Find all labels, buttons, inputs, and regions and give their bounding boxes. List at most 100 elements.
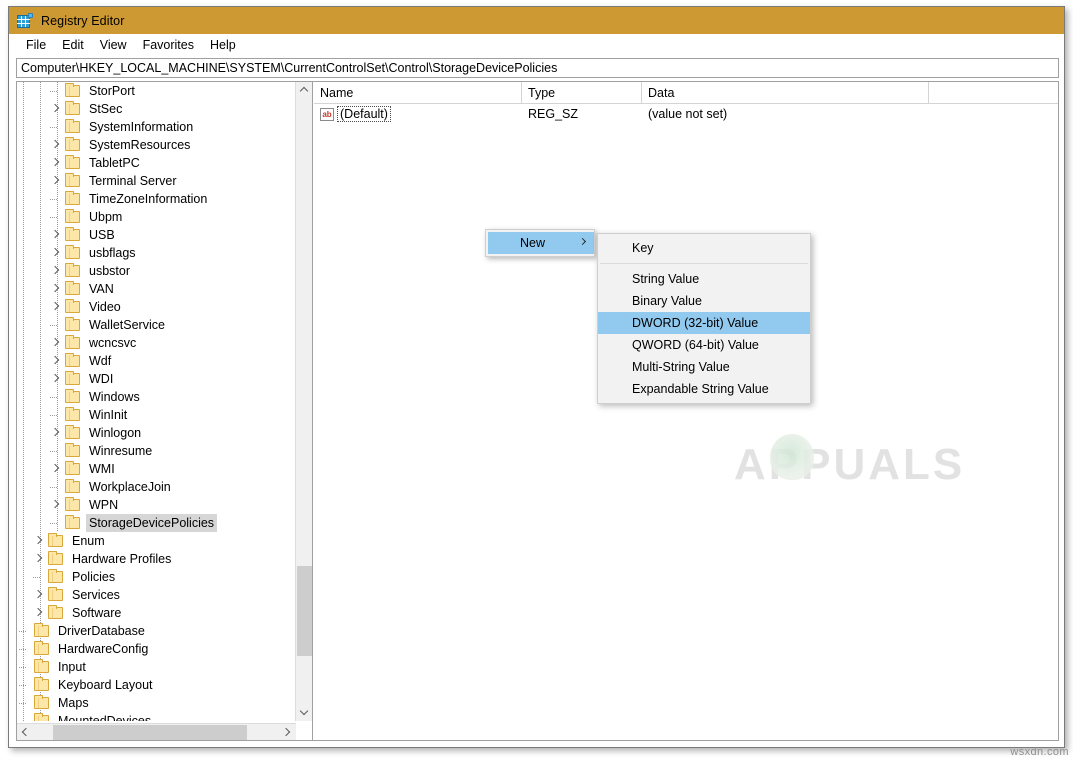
chevron-right-icon[interactable] xyxy=(48,226,64,244)
tree-node-label: WMI xyxy=(89,462,115,476)
chevron-right-icon[interactable] xyxy=(48,496,64,514)
tree-node-label: WorkplaceJoin xyxy=(89,480,171,494)
chevron-right-icon[interactable] xyxy=(48,100,64,118)
context-menu-item-binary-value[interactable]: Binary Value xyxy=(598,290,810,312)
chevron-right-icon[interactable] xyxy=(48,172,64,190)
registry-tree-pane: StorPort StSec SystemInformation SystemReso… xyxy=(17,82,313,740)
tree-node[interactable]: WPN xyxy=(17,496,296,514)
column-header-type[interactable]: Type xyxy=(522,82,642,103)
tree-node[interactable]: WalletService xyxy=(17,316,296,334)
tree-node-label: Video xyxy=(89,300,121,314)
tree-node[interactable]: Ubpm xyxy=(17,208,296,226)
tree-node-label: Services xyxy=(72,588,120,602)
tree-node[interactable]: Maps xyxy=(17,694,296,712)
tree-node[interactable]: StSec xyxy=(17,100,296,118)
tree-node[interactable]: SystemResources xyxy=(17,136,296,154)
address-bar[interactable]: Computer\HKEY_LOCAL_MACHINE\SYSTEM\Curre… xyxy=(16,58,1059,78)
horizontal-scroll-thumb[interactable] xyxy=(53,725,247,740)
scroll-up-button[interactable] xyxy=(296,82,312,99)
chevron-right-icon[interactable] xyxy=(48,262,64,280)
tree-node[interactable]: TimeZoneInformation xyxy=(17,190,296,208)
tree-node[interactable]: Video xyxy=(17,298,296,316)
tree-node[interactable]: Terminal Server xyxy=(17,172,296,190)
context-menu-item-new[interactable]: New xyxy=(488,232,594,254)
folder-icon xyxy=(64,497,81,512)
tree-node[interactable]: WinInit xyxy=(17,406,296,424)
chevron-right-icon[interactable] xyxy=(48,154,64,172)
tree-node[interactable]: Hardware Profiles xyxy=(17,550,296,568)
chevron-right-icon[interactable] xyxy=(48,136,64,154)
scroll-down-button[interactable] xyxy=(296,704,312,721)
tree-horizontal-scrollbar[interactable] xyxy=(17,723,296,740)
chevron-right-icon[interactable] xyxy=(31,532,47,550)
tree-node[interactable]: WDI xyxy=(17,370,296,388)
registry-tree[interactable]: StorPort StSec SystemInformation SystemReso… xyxy=(17,82,296,721)
tree-node[interactable]: Keyboard Layout xyxy=(17,676,296,694)
tree-node[interactable]: MountedDevices xyxy=(17,712,296,721)
context-menu-item-key[interactable]: Key xyxy=(598,237,810,259)
table-row[interactable]: ab (Default) REG_SZ (value not set) xyxy=(314,104,1058,124)
tree-node[interactable]: USB xyxy=(17,226,296,244)
menu-item-file[interactable]: File xyxy=(18,36,54,54)
tree-node[interactable]: StorPort xyxy=(17,82,296,100)
tree-node[interactable]: HardwareConfig xyxy=(17,640,296,658)
chevron-right-icon[interactable] xyxy=(48,244,64,262)
tree-node[interactable]: Windows xyxy=(17,388,296,406)
ab-string-icon: ab xyxy=(320,107,334,121)
tree-node-label: USB xyxy=(89,228,115,242)
tree-node[interactable]: Policies xyxy=(17,568,296,586)
menu-item-favorites[interactable]: Favorites xyxy=(135,36,202,54)
menu-item-edit[interactable]: Edit xyxy=(54,36,92,54)
tree-node[interactable]: Winresume xyxy=(17,442,296,460)
chevron-right-icon[interactable] xyxy=(31,604,47,622)
tree-vertical-scrollbar[interactable] xyxy=(295,82,312,721)
chevron-right-icon[interactable] xyxy=(48,460,64,478)
chevron-right-icon[interactable] xyxy=(48,334,64,352)
column-header-name[interactable]: Name xyxy=(314,82,522,103)
tree-node-label: Winlogon xyxy=(89,426,142,440)
value-name-cell: ab (Default) xyxy=(314,106,522,122)
context-menu-item-multi-string-value[interactable]: Multi-String Value xyxy=(598,356,810,378)
tree-node[interactable]: StorageDevicePolicies xyxy=(17,514,296,532)
content-panes: StorPort StSec SystemInformation SystemReso… xyxy=(16,81,1059,741)
context-menu-item-expandable-string-value[interactable]: Expandable String Value xyxy=(598,378,810,400)
tree-node[interactable]: Input xyxy=(17,658,296,676)
chevron-right-icon[interactable] xyxy=(31,586,47,604)
column-header-data[interactable]: Data xyxy=(642,82,929,103)
tree-node[interactable]: wcncsvc xyxy=(17,334,296,352)
tree-node[interactable]: Software xyxy=(17,604,296,622)
menu-item-view[interactable]: View xyxy=(92,36,135,54)
folder-icon xyxy=(64,209,81,224)
tree-node[interactable]: Winlogon xyxy=(17,424,296,442)
scroll-right-button[interactable] xyxy=(279,724,296,740)
chevron-right-icon[interactable] xyxy=(48,280,64,298)
vertical-scroll-thumb[interactable] xyxy=(297,566,312,656)
tree-node[interactable]: usbflags xyxy=(17,244,296,262)
folder-icon xyxy=(47,533,64,548)
chevron-right-icon[interactable] xyxy=(31,550,47,568)
chevron-right-icon[interactable] xyxy=(48,370,64,388)
tree-node[interactable]: Enum xyxy=(17,532,296,550)
context-menu-item-dword-value[interactable]: DWORD (32-bit) Value xyxy=(598,312,810,334)
chevron-right-icon[interactable] xyxy=(48,424,64,442)
context-menu-item-string-value[interactable]: String Value xyxy=(598,268,810,290)
scroll-left-button[interactable] xyxy=(17,724,34,740)
tree-node[interactable]: usbstor xyxy=(17,262,296,280)
menu-item-help[interactable]: Help xyxy=(202,36,244,54)
tree-node[interactable]: DriverDatabase xyxy=(17,622,296,640)
tree-node[interactable]: TabletPC xyxy=(17,154,296,172)
folder-icon xyxy=(64,407,81,422)
chevron-right-icon[interactable] xyxy=(48,352,64,370)
context-menu-item-qword-value[interactable]: QWORD (64-bit) Value xyxy=(598,334,810,356)
tree-node[interactable]: SystemInformation xyxy=(17,118,296,136)
folder-icon xyxy=(64,263,81,278)
tree-node[interactable]: Services xyxy=(17,586,296,604)
folder-icon xyxy=(33,677,50,692)
tree-node[interactable]: Wdf xyxy=(17,352,296,370)
chevron-right-icon[interactable] xyxy=(48,298,64,316)
tree-node[interactable]: VAN xyxy=(17,280,296,298)
tree-node[interactable]: WorkplaceJoin xyxy=(17,478,296,496)
tree-node[interactable]: WMI xyxy=(17,460,296,478)
